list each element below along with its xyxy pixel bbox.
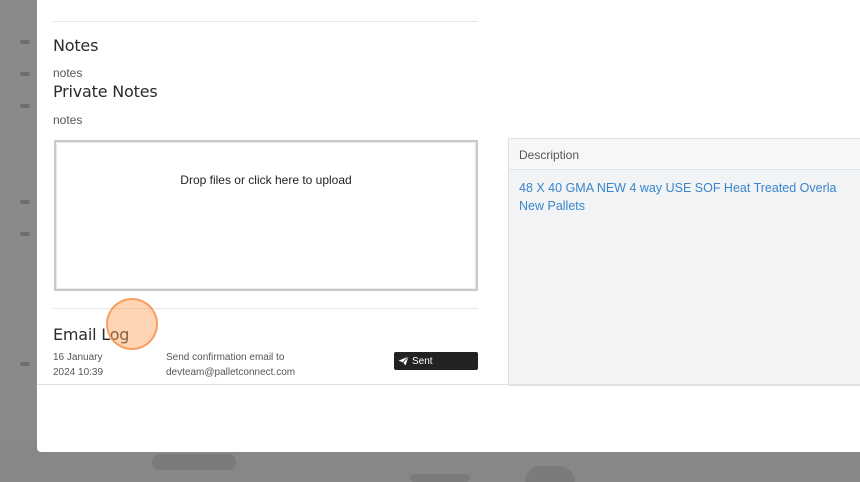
background-item bbox=[20, 232, 30, 236]
email-log-date: 16 January 2024 10:39 bbox=[53, 350, 143, 380]
description-line: New Pallets bbox=[519, 199, 585, 213]
modal-footer-divider bbox=[37, 384, 860, 385]
section-divider bbox=[53, 21, 478, 22]
paper-plane-icon bbox=[398, 356, 409, 366]
order-modal: Notes notes Private Notes notes Drop fil… bbox=[37, 0, 860, 452]
background-shape bbox=[410, 474, 470, 482]
description-text: 48 X 40 GMA NEW 4 way USE SOF Heat Treat… bbox=[509, 170, 860, 224]
private-notes-title: Private Notes bbox=[53, 82, 158, 101]
background-toggle bbox=[152, 454, 236, 470]
email-log-message-line: Send confirmation email to bbox=[166, 352, 285, 363]
click-highlight-indicator bbox=[106, 298, 158, 350]
description-panel: Description 48 X 40 GMA NEW 4 way USE SO… bbox=[508, 138, 860, 386]
email-log-recipient: devteam@palletconnect.com bbox=[166, 367, 296, 378]
background-item bbox=[20, 104, 30, 108]
file-upload-dropzone[interactable]: Drop files or click here to upload bbox=[54, 140, 478, 291]
dropzone-label: Drop files or click here to upload bbox=[180, 173, 352, 187]
notes-value: notes bbox=[53, 66, 83, 80]
notes-title: Notes bbox=[53, 36, 99, 55]
description-header: Description bbox=[509, 139, 860, 170]
email-log-message: Send confirmation email to devteam@palle… bbox=[166, 350, 366, 380]
description-line: 48 X 40 GMA NEW 4 way USE SOF Heat Treat… bbox=[519, 181, 837, 195]
background-item bbox=[20, 72, 30, 76]
email-log-date-line: 16 January bbox=[53, 352, 103, 363]
background-item bbox=[20, 40, 30, 44]
private-notes-value: notes bbox=[53, 113, 83, 127]
email-log-time-line: 2024 10:39 bbox=[53, 367, 104, 378]
background-shape bbox=[525, 466, 575, 482]
sent-status-label: Sent bbox=[412, 355, 433, 367]
background-sidebar bbox=[0, 0, 36, 482]
background-item bbox=[20, 200, 30, 204]
background-item bbox=[20, 362, 30, 366]
sent-status-badge: Sent bbox=[394, 352, 478, 370]
